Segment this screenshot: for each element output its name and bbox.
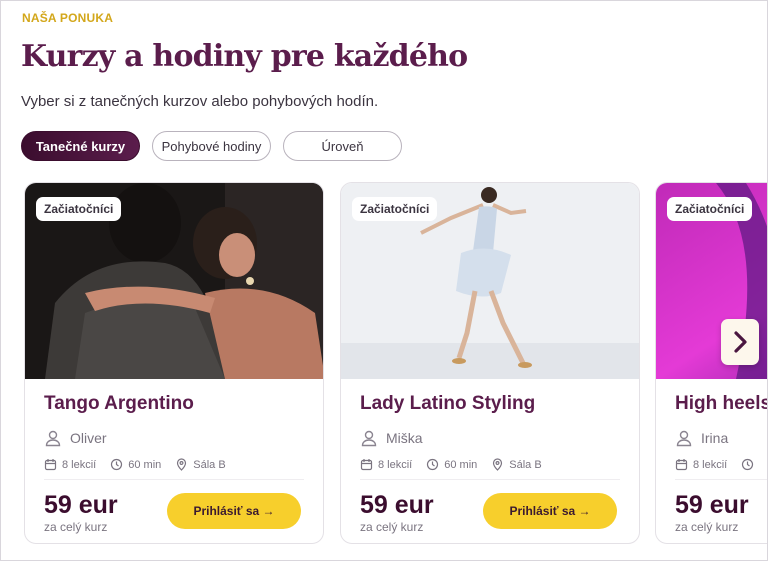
course-title: Tango Argentino bbox=[44, 393, 194, 414]
course-meta: 8 lekcií 60 min Sála B bbox=[360, 458, 542, 471]
divider bbox=[44, 479, 304, 480]
chevron-right-icon bbox=[731, 329, 749, 355]
section-subtitle: Vyber si z tanečných kurzov alebo pohybo… bbox=[21, 93, 379, 110]
signup-button[interactable]: Prihlásiť sa → bbox=[483, 493, 617, 529]
clock-icon bbox=[110, 458, 123, 471]
teacher: Irina bbox=[675, 429, 728, 447]
course-title: Lady Latino Styling bbox=[360, 393, 536, 414]
lessons-count: 8 lekcií bbox=[378, 458, 413, 471]
divider bbox=[360, 479, 620, 480]
tab-movement-classes[interactable]: Pohybové hodiny bbox=[152, 131, 271, 161]
level-badge: Začiatočníci bbox=[667, 197, 753, 221]
clock-icon bbox=[741, 458, 754, 471]
section-title: Kurzy a hodiny pre každého bbox=[21, 39, 468, 74]
signup-button[interactable]: Prihlásiť sa → bbox=[167, 493, 301, 529]
calendar-icon bbox=[360, 458, 373, 471]
level-badge: Začiatočníci bbox=[352, 197, 438, 221]
user-icon bbox=[44, 429, 62, 447]
teacher-name: Oliver bbox=[70, 430, 107, 446]
level-badge: Začiatočníci bbox=[36, 197, 122, 221]
clock-icon bbox=[426, 458, 439, 471]
room: Sála B bbox=[193, 458, 226, 471]
teacher: Oliver bbox=[44, 429, 107, 447]
course-card-tango[interactable]: Začiatočníci Tango Argentino Oliver 8 le… bbox=[24, 182, 324, 544]
lessons-count: 8 lekcií bbox=[62, 458, 97, 471]
lesson-duration: 60 min bbox=[444, 458, 478, 471]
divider bbox=[675, 479, 767, 480]
tab-dance-courses[interactable]: Tanečné kurzy bbox=[21, 131, 140, 161]
section-eyebrow: NAŠA PONUKA bbox=[22, 11, 114, 25]
carousel-next-button[interactable] bbox=[721, 319, 759, 365]
teacher: Miška bbox=[360, 429, 423, 447]
price-note: za celý kurz bbox=[360, 520, 424, 534]
course-photo: Začiatočníci bbox=[25, 183, 323, 379]
teacher-name: Irina bbox=[701, 430, 729, 446]
calendar-icon bbox=[675, 458, 688, 471]
tab-level[interactable]: Úroveň bbox=[283, 131, 402, 161]
location-pin-icon bbox=[175, 458, 188, 471]
price: 59 eur bbox=[360, 491, 434, 519]
price-note: za celý kurz bbox=[44, 520, 108, 534]
price: 59 eur bbox=[44, 491, 118, 519]
user-icon bbox=[360, 429, 378, 447]
price-note: za celý kurz bbox=[675, 520, 739, 534]
course-meta: 8 lekcií 60 min Sála B bbox=[44, 458, 226, 471]
course-title: High heels bbox=[675, 393, 768, 414]
lesson-duration: 60 min bbox=[128, 458, 162, 471]
location-pin-icon bbox=[491, 458, 504, 471]
price: 59 eur bbox=[675, 491, 749, 519]
filter-tabs: Tanečné kurzy Pohybové hodiny Úroveň bbox=[21, 131, 402, 161]
lessons-count: 8 lekcií bbox=[693, 458, 728, 471]
course-card-lady-latino[interactable]: Začiatočníci Lady Latino Styling Miška 8… bbox=[340, 182, 640, 544]
teacher-name: Miška bbox=[386, 430, 423, 446]
calendar-icon bbox=[44, 458, 57, 471]
user-icon bbox=[675, 429, 693, 447]
course-meta: 8 lekcií bbox=[675, 458, 754, 471]
courses-section: NAŠA PONUKA Kurzy a hodiny pre každého V… bbox=[0, 0, 768, 561]
room: Sála B bbox=[509, 458, 542, 471]
course-photo: Začiatočníci bbox=[341, 183, 639, 379]
